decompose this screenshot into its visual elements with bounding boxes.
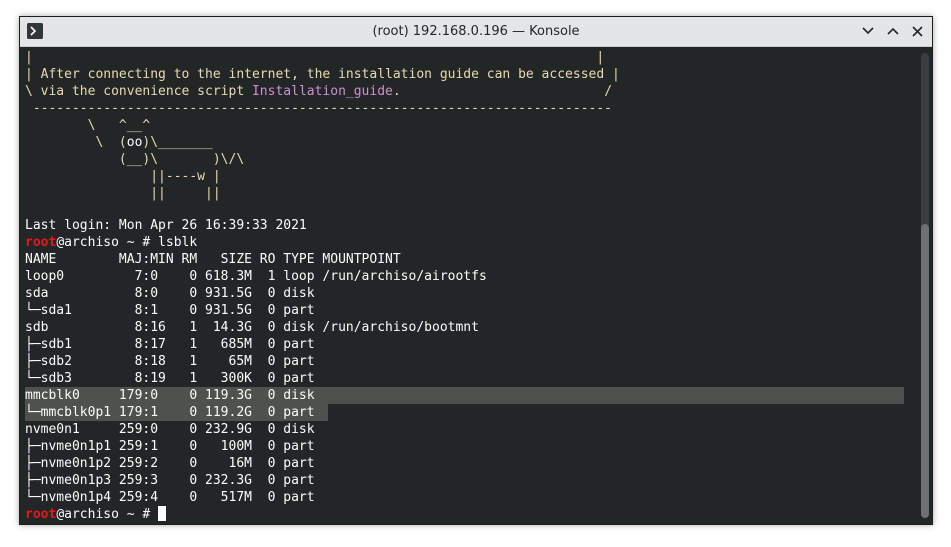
cow-art-line: (__)\ )\/\ bbox=[25, 152, 245, 167]
banner-line: ----------------------------------------… bbox=[25, 101, 612, 116]
cow-art-line: \ ^__^ bbox=[25, 118, 151, 133]
banner-text: . / bbox=[392, 84, 613, 99]
installation-guide-link[interactable]: Installation_guide bbox=[252, 84, 393, 99]
close-x-icon bbox=[911, 25, 923, 37]
konsole-window: (root) 192.168.0.196 — Konsole | | | Aft… bbox=[19, 16, 933, 525]
banner-line: \ via the convenience script Installatio… bbox=[25, 83, 612, 100]
lsblk-header: NAME MAJ:MIN RM SIZE RO TYPE MOUNTPOINT bbox=[25, 252, 401, 267]
lsblk-row: ├─nvme0n1p3 259:3 0 232.3G 0 part bbox=[25, 473, 315, 488]
lsblk-row: ├─nvme0n1p2 259:2 0 16M 0 part bbox=[25, 456, 315, 471]
cow-art-text: \ ( bbox=[25, 135, 127, 150]
lsblk-row: sdb 8:16 1 14.3G 0 disk /run/archiso/boo… bbox=[25, 320, 479, 335]
lsblk-row: ├─sdb1 8:17 1 685M 0 part bbox=[25, 337, 315, 352]
terminal-output[interactable]: | | | After connecting to the internet, … bbox=[20, 47, 918, 524]
vertical-scrollbar[interactable] bbox=[918, 47, 932, 524]
chevron-up-icon bbox=[887, 27, 899, 35]
chevron-down-icon bbox=[862, 27, 874, 35]
banner-line: | | bbox=[25, 50, 605, 65]
prompt-line[interactable]: root@archiso ~ # bbox=[25, 506, 167, 523]
prompt-line: root@archiso ~ # lsblk bbox=[25, 234, 197, 251]
minimize-button[interactable] bbox=[858, 21, 878, 41]
lsblk-row: └─sda1 8:1 0 931.5G 0 part bbox=[25, 303, 315, 318]
prompt-command: @archiso ~ # lsblk bbox=[56, 235, 198, 250]
prompt-user: root bbox=[25, 235, 57, 250]
lsblk-row: ├─sdb2 8:18 1 65M 0 part bbox=[25, 354, 315, 369]
scrollbar-thumb[interactable] bbox=[921, 224, 929, 518]
close-button[interactable] bbox=[907, 21, 927, 41]
lsblk-row-selected: mmcblk0 179:0 0 119.3G 0 disk bbox=[25, 388, 315, 403]
prompt-text: @archiso ~ # bbox=[56, 507, 159, 522]
prompt-user: root bbox=[25, 507, 57, 522]
maximize-button[interactable] bbox=[883, 21, 903, 41]
banner-line: | After connecting to the internet, the … bbox=[25, 67, 620, 82]
cow-art-line: \ (oo)\_______ bbox=[25, 134, 213, 151]
lsblk-row: ├─nvme0n1p1 259:1 0 100M 0 part bbox=[25, 439, 315, 454]
lsblk-row: loop0 7:0 0 618.3M 1 loop /run/archiso/a… bbox=[25, 269, 487, 284]
cow-art-line: || || bbox=[25, 186, 221, 201]
lsblk-row-selected: └─mmcblk0p1 179:1 0 119.2G 0 part bbox=[25, 405, 315, 420]
cow-eyes: oo bbox=[126, 135, 143, 150]
window-title: (root) 192.168.0.196 — Konsole bbox=[372, 24, 580, 39]
text-cursor bbox=[158, 506, 167, 521]
cow-art-text: )\_______ bbox=[142, 135, 213, 150]
cow-art-line: ||----w | bbox=[25, 169, 221, 184]
banner-text: \ via the convenience script bbox=[25, 84, 252, 99]
last-login-line: Last login: Mon Apr 26 16:39:33 2021 bbox=[25, 218, 307, 233]
title-bar[interactable]: (root) 192.168.0.196 — Konsole bbox=[20, 17, 932, 47]
lsblk-row: nvme0n1 259:0 0 232.9G 0 disk bbox=[25, 422, 315, 437]
lsblk-row: sda 8:0 0 931.5G 0 disk bbox=[25, 286, 315, 301]
lsblk-row: └─sdb3 8:19 1 300K 0 part bbox=[25, 371, 315, 386]
lsblk-row: └─nvme0n1p4 259:4 0 517M 0 part bbox=[25, 490, 315, 505]
